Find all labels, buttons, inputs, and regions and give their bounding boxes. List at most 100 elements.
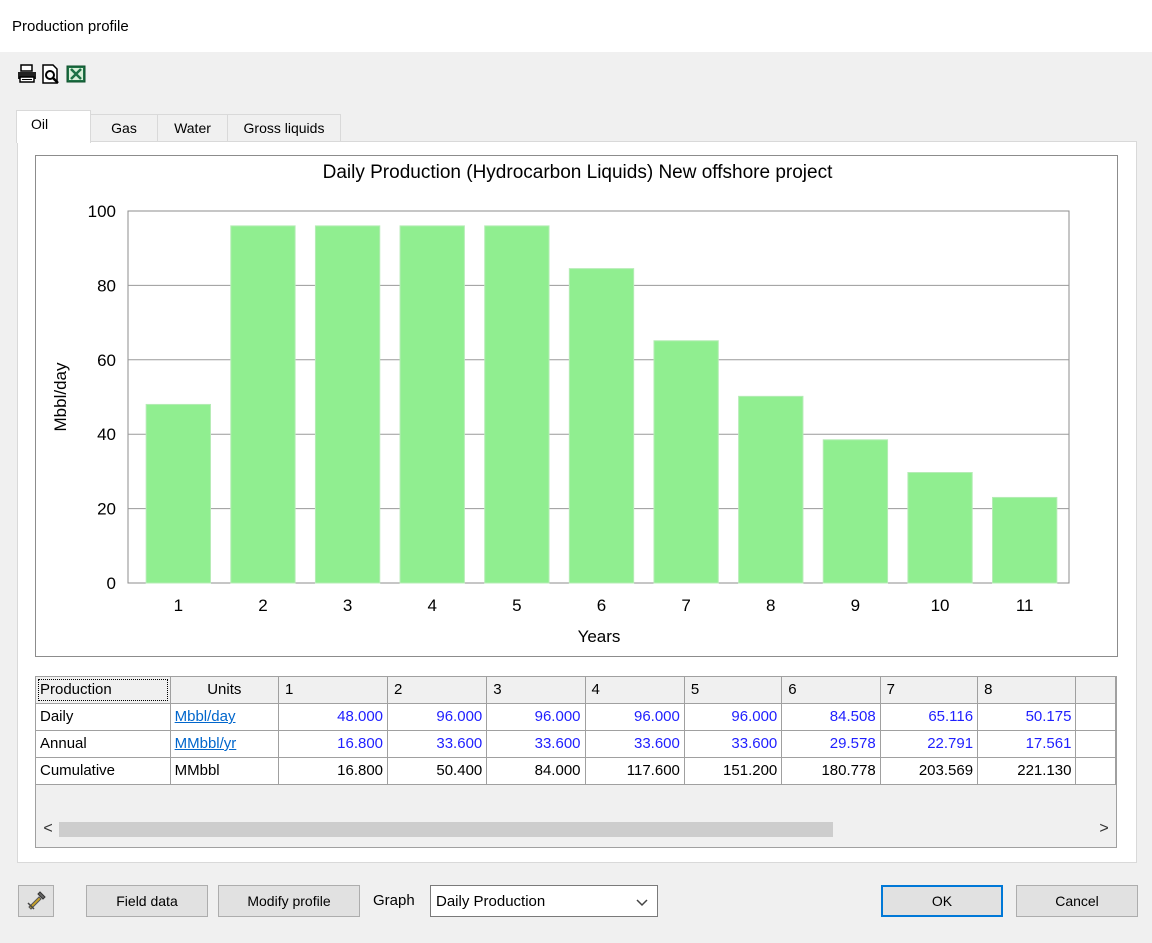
row-label[interactable]: Annual bbox=[36, 730, 171, 758]
x-axis-label: Years bbox=[578, 627, 621, 646]
table-cell[interactable]: 117.600 bbox=[585, 757, 685, 785]
modify-profile-button[interactable]: Modify profile bbox=[218, 885, 360, 917]
table-cell[interactable]: 96.000 bbox=[486, 703, 586, 731]
y-tick-label: 40 bbox=[97, 425, 116, 444]
header-year-8[interactable]: 8 bbox=[977, 677, 1077, 704]
scroll-left-arrow[interactable]: < bbox=[37, 819, 59, 840]
header-year-2[interactable]: 2 bbox=[387, 677, 488, 704]
tab-oil[interactable]: Oil bbox=[16, 110, 91, 143]
filler-cell bbox=[1075, 703, 1116, 731]
x-tick-label: 1 bbox=[174, 596, 183, 615]
header-year-4[interactable]: 4 bbox=[585, 677, 685, 704]
row-label[interactable]: Daily bbox=[36, 703, 171, 731]
bar bbox=[230, 225, 296, 584]
y-tick-label: 80 bbox=[97, 276, 116, 295]
tool-icon bbox=[27, 891, 46, 910]
table-cell[interactable]: 203.569 bbox=[880, 757, 979, 785]
x-tick-label: 8 bbox=[766, 596, 775, 615]
x-tick-label: 3 bbox=[343, 596, 352, 615]
x-tick-label: 2 bbox=[258, 596, 267, 615]
table-row-cumulative: Cumulative MMbbl 16.800 50.400 84.000 11… bbox=[36, 757, 1116, 785]
table-cell[interactable]: 16.800 bbox=[278, 730, 389, 758]
x-tick-label: 10 bbox=[931, 596, 950, 615]
bar bbox=[399, 225, 465, 584]
table-cell[interactable]: 22.791 bbox=[880, 730, 979, 758]
table-cell[interactable]: 65.116 bbox=[880, 703, 979, 731]
x-tick-label: 9 bbox=[851, 596, 860, 615]
table-cell[interactable]: 221.130 bbox=[977, 757, 1077, 785]
header-year-6[interactable]: 6 bbox=[781, 677, 881, 704]
table-cell[interactable]: 151.200 bbox=[684, 757, 783, 785]
table-cell[interactable]: 29.578 bbox=[781, 730, 881, 758]
table-cell[interactable]: 180.778 bbox=[781, 757, 881, 785]
table-cell[interactable]: 33.600 bbox=[585, 730, 685, 758]
scroll-thumb[interactable] bbox=[59, 822, 833, 837]
table-cell[interactable]: 17.561 bbox=[977, 730, 1077, 758]
table-row-daily: Daily Mbbl/day 48.000 96.000 96.000 96.0… bbox=[36, 703, 1116, 731]
graph-label: Graph bbox=[373, 892, 415, 909]
header-year-1[interactable]: 1 bbox=[278, 677, 389, 704]
units-link[interactable]: MMbbl/yr bbox=[170, 730, 279, 758]
table-cell[interactable]: 96.000 bbox=[387, 703, 488, 731]
chevron-down-icon bbox=[636, 899, 648, 907]
y-tick-label: 0 bbox=[107, 574, 116, 593]
table-cell[interactable]: 33.600 bbox=[486, 730, 586, 758]
table-cell[interactable]: 50.175 bbox=[977, 703, 1077, 731]
header-production[interactable]: Production bbox=[36, 677, 171, 704]
tab-gross-liquids[interactable]: Gross liquids bbox=[227, 114, 341, 142]
table-cell[interactable]: 48.000 bbox=[278, 703, 389, 731]
scroll-right-arrow[interactable]: > bbox=[1093, 819, 1115, 840]
bar bbox=[568, 268, 635, 584]
y-tick-label: 60 bbox=[97, 351, 116, 370]
units-cell[interactable]: MMbbl bbox=[170, 757, 279, 785]
bar bbox=[145, 403, 211, 584]
window-title: Production profile bbox=[12, 18, 129, 35]
tab-gas[interactable]: Gas bbox=[90, 114, 158, 142]
table-cell[interactable]: 96.000 bbox=[585, 703, 685, 731]
table-cell[interactable]: 50.400 bbox=[387, 757, 488, 785]
table-row-annual: Annual MMbbl/yr 16.800 33.600 33.600 33.… bbox=[36, 730, 1116, 758]
ok-button[interactable]: OK bbox=[881, 885, 1003, 917]
printer-icon[interactable] bbox=[16, 63, 38, 85]
bar bbox=[822, 439, 889, 584]
print-preview-icon[interactable] bbox=[40, 63, 62, 85]
units-link-text[interactable]: Mbbl/day bbox=[175, 708, 236, 725]
y-tick-label: 20 bbox=[97, 500, 116, 519]
x-tick-label: 6 bbox=[597, 596, 606, 615]
table-cell[interactable]: 33.600 bbox=[387, 730, 488, 758]
bar bbox=[907, 472, 973, 584]
field-data-button[interactable]: Field data bbox=[86, 885, 208, 917]
bar bbox=[314, 225, 381, 584]
header-units[interactable]: Units bbox=[170, 677, 279, 704]
units-link[interactable]: Mbbl/day bbox=[170, 703, 279, 731]
header-year-5[interactable]: 5 bbox=[684, 677, 783, 704]
production-table: Production Units 1 2 3 4 5 6 7 8 Daily M… bbox=[36, 677, 1116, 785]
graph-select[interactable]: Daily Production bbox=[430, 885, 658, 917]
tab-water[interactable]: Water bbox=[157, 114, 228, 142]
excel-export-icon[interactable] bbox=[65, 63, 87, 85]
production-grid: Production Units 1 2 3 4 5 6 7 8 Daily M… bbox=[35, 676, 1117, 848]
y-axis-label: Mbbl/day bbox=[51, 362, 70, 431]
table-cell[interactable]: 84.000 bbox=[486, 757, 586, 785]
header-year-3[interactable]: 3 bbox=[486, 677, 586, 704]
bar bbox=[653, 340, 719, 584]
bar bbox=[484, 225, 550, 584]
x-tick-label: 5 bbox=[512, 596, 521, 615]
table-cell[interactable]: 84.508 bbox=[781, 703, 881, 731]
filler-cell bbox=[1075, 730, 1116, 758]
cancel-button[interactable]: Cancel bbox=[1016, 885, 1138, 917]
table-cell[interactable]: 16.800 bbox=[278, 757, 389, 785]
header-year-7[interactable]: 7 bbox=[880, 677, 979, 704]
y-tick-label: 100 bbox=[88, 202, 116, 221]
graph-select-value: Daily Production bbox=[436, 893, 546, 910]
header-filler bbox=[1075, 677, 1116, 704]
horizontal-scrollbar[interactable]: < > bbox=[37, 819, 1115, 840]
production-chart: Daily Production (Hydrocarbon Liquids) N… bbox=[35, 155, 1118, 657]
table-cell[interactable]: 33.600 bbox=[684, 730, 783, 758]
bar bbox=[738, 395, 804, 584]
filler-cell bbox=[1075, 757, 1116, 785]
row-label[interactable]: Cumulative bbox=[36, 757, 171, 785]
units-link-text[interactable]: MMbbl/yr bbox=[175, 735, 237, 752]
table-cell[interactable]: 96.000 bbox=[684, 703, 783, 731]
tool-button[interactable] bbox=[18, 885, 54, 917]
